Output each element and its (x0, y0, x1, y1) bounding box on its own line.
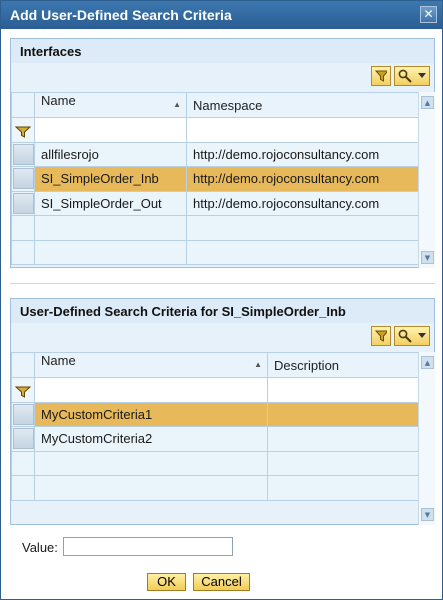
empty-row (11, 215, 419, 241)
table-row[interactable]: SI_SimpleOrder_Out http://demo.rojoconsu… (11, 190, 419, 216)
cell-name[interactable]: allfilesrojo (34, 141, 187, 167)
filter-icon (15, 386, 31, 399)
scroll-up-icon[interactable]: ▲ (421, 356, 434, 369)
scroll-up-icon[interactable]: ▲ (421, 96, 434, 109)
cell-namespace[interactable]: http://demo.rojoconsultancy.com (186, 190, 419, 216)
value-input[interactable] (63, 537, 233, 556)
cell-name[interactable]: SI_SimpleOrder_Out (34, 190, 187, 216)
cell-name[interactable]: MyCustomCriteria1 (34, 401, 268, 427)
column-header-namespace[interactable]: Namespace (186, 92, 419, 118)
filter-input-name[interactable] (34, 377, 268, 403)
interfaces-settings-button[interactable] (394, 66, 430, 86)
row-selector[interactable] (11, 401, 35, 427)
filter-input-namespace[interactable] (186, 117, 419, 143)
criteria-toolbar (371, 326, 430, 348)
select-all-cell[interactable] (11, 92, 35, 118)
cell-namespace[interactable]: http://demo.rojoconsultancy.com (186, 141, 419, 167)
empty-row (11, 239, 419, 265)
filter-icon (15, 126, 31, 139)
close-icon: ✕ (423, 7, 434, 21)
select-all-cell[interactable] (11, 352, 35, 378)
cell-name[interactable]: SI_SimpleOrder_Inb (34, 166, 187, 192)
value-label: Value: (22, 540, 58, 555)
filter-row-icon-cell (11, 117, 35, 143)
interfaces-scrollbar[interactable]: ▲ ▼ (418, 92, 435, 268)
scroll-down-icon[interactable]: ▼ (421, 251, 434, 264)
interfaces-filter-button[interactable] (371, 66, 391, 86)
interfaces-toolbar (371, 66, 430, 88)
table-row-selected[interactable]: MyCustomCriteria1 (11, 401, 419, 427)
title-bar: Add User-Defined Search Criteria ✕ (1, 1, 442, 29)
close-button[interactable]: ✕ (420, 6, 437, 23)
cancel-button[interactable]: Cancel (193, 573, 250, 591)
empty-row (11, 475, 419, 501)
criteria-filter-button[interactable] (371, 326, 391, 346)
sort-ascending-icon[interactable]: ▲ (254, 354, 262, 377)
criteria-header-row: Name ▲ Description (11, 352, 419, 378)
filter-input-description[interactable] (267, 377, 419, 403)
column-header-name[interactable]: Name ▲ (34, 352, 268, 378)
wrench-icon (398, 329, 412, 343)
interfaces-panel: Interfaces Name ▲ Namespace allfilesrojo… (10, 38, 435, 268)
criteria-panel-title: User-Defined Search Criteria for SI_Simp… (11, 299, 434, 323)
table-row[interactable]: allfilesrojo http://demo.rojoconsultancy… (11, 141, 419, 167)
dropdown-arrow-icon (418, 73, 426, 78)
row-selector[interactable] (11, 426, 35, 452)
row-selector[interactable] (11, 141, 35, 167)
criteria-scrollbar[interactable]: ▲ ▼ (418, 352, 435, 525)
cell-description[interactable] (267, 426, 419, 452)
filter-input-name[interactable] (34, 117, 187, 143)
interfaces-filter-row (11, 117, 419, 143)
row-selector[interactable] (11, 166, 35, 192)
row-selector[interactable] (11, 190, 35, 216)
cell-name[interactable]: MyCustomCriteria2 (34, 426, 268, 452)
cell-namespace[interactable]: http://demo.rojoconsultancy.com (186, 166, 419, 192)
scroll-down-icon[interactable]: ▼ (421, 508, 434, 521)
cell-description[interactable] (267, 401, 419, 427)
criteria-grid: Name ▲ Description MyCustomCriteria1 MyC… (11, 352, 435, 525)
criteria-filter-row (11, 377, 419, 403)
dropdown-arrow-icon (418, 333, 426, 338)
criteria-table: Name ▲ Description MyCustomCriteria1 MyC… (11, 352, 419, 501)
empty-row (11, 450, 419, 476)
interfaces-grid: Name ▲ Namespace allfilesrojo http://dem… (11, 92, 435, 268)
column-header-name[interactable]: Name ▲ (34, 92, 187, 118)
sort-ascending-icon[interactable]: ▲ (173, 94, 181, 117)
panel-separator (10, 283, 435, 284)
interfaces-panel-title: Interfaces (11, 39, 434, 63)
column-header-description[interactable]: Description (267, 352, 419, 378)
table-row-selected[interactable]: SI_SimpleOrder_Inb http://demo.rojoconsu… (11, 166, 419, 192)
table-row[interactable]: MyCustomCriteria2 (11, 426, 419, 452)
filter-icon (375, 70, 387, 82)
criteria-panel: User-Defined Search Criteria for SI_Simp… (10, 298, 435, 525)
ok-button[interactable]: OK (147, 573, 186, 591)
filter-icon (375, 330, 387, 342)
interfaces-table: Name ▲ Namespace allfilesrojo http://dem… (11, 92, 419, 265)
filter-row-icon-cell (11, 377, 35, 403)
wrench-icon (398, 69, 412, 83)
interfaces-header-row: Name ▲ Namespace (11, 92, 419, 118)
dialog-title: Add User-Defined Search Criteria (10, 7, 232, 23)
criteria-settings-button[interactable] (394, 326, 430, 346)
dialog-window: Add User-Defined Search Criteria ✕ Inter… (0, 0, 443, 600)
